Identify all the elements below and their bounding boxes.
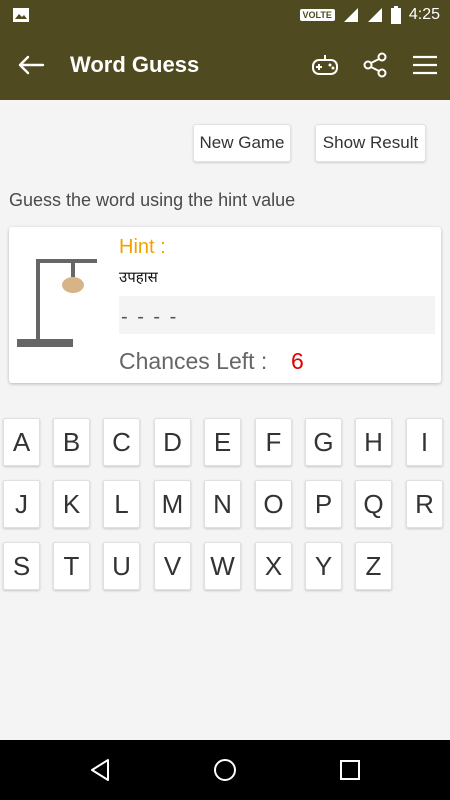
signal-icon xyxy=(343,8,358,22)
key-o[interactable]: O xyxy=(255,480,292,528)
key-w[interactable]: W xyxy=(204,542,241,590)
status-time: 4:25 xyxy=(408,6,440,23)
nav-back-button[interactable] xyxy=(85,755,115,785)
game-button[interactable] xyxy=(310,50,340,80)
key-x[interactable]: X xyxy=(255,542,292,590)
instruction-text: Guess the word using the hint value xyxy=(9,190,296,210)
key-z[interactable]: Z xyxy=(355,542,392,590)
key-g[interactable]: G xyxy=(305,418,342,466)
key-k[interactable]: K xyxy=(53,480,90,528)
key-c[interactable]: C xyxy=(103,418,140,466)
gamepad-icon xyxy=(312,55,338,75)
key-s[interactable]: S xyxy=(3,542,40,590)
image-icon xyxy=(13,8,29,22)
key-j[interactable]: J xyxy=(3,480,40,528)
key-e[interactable]: E xyxy=(204,418,241,466)
show-result-button[interactable]: Show Result xyxy=(315,124,426,162)
share-icon xyxy=(363,52,387,78)
key-f[interactable]: F xyxy=(255,418,292,466)
app-bar: Word Guess xyxy=(0,30,450,100)
share-button[interactable] xyxy=(360,50,390,80)
key-p[interactable]: P xyxy=(305,480,342,528)
gallows-icon xyxy=(17,259,97,347)
key-v[interactable]: V xyxy=(154,542,191,590)
key-t[interactable]: T xyxy=(53,542,90,590)
key-l[interactable]: L xyxy=(103,480,140,528)
volte-badge: VOLTE xyxy=(299,9,335,21)
key-h[interactable]: H xyxy=(355,418,392,466)
key-q[interactable]: Q xyxy=(355,480,392,528)
hint-label: Hint : xyxy=(119,236,166,258)
key-n[interactable]: N xyxy=(204,480,241,528)
status-bar: VOLTE 4:25 xyxy=(0,0,450,30)
hint-card: Hint : उपहास - - - - Chances Left : 6 xyxy=(9,227,441,383)
key-a[interactable]: A xyxy=(3,418,40,466)
square-recents-icon xyxy=(340,760,360,780)
key-y[interactable]: Y xyxy=(305,542,342,590)
key-u[interactable]: U xyxy=(103,542,140,590)
chances-label: Chances Left : xyxy=(119,348,268,374)
menu-icon xyxy=(413,55,437,75)
key-i[interactable]: I xyxy=(406,418,443,466)
app-title: Word Guess xyxy=(70,52,200,77)
back-button[interactable] xyxy=(14,49,48,81)
key-m[interactable]: M xyxy=(154,480,191,528)
key-d[interactable]: D xyxy=(154,418,191,466)
battery-icon xyxy=(390,6,401,24)
nav-recents-button[interactable] xyxy=(335,755,365,785)
menu-button[interactable] xyxy=(410,50,440,80)
new-game-button[interactable]: New Game xyxy=(193,124,291,162)
chances-value: 6 xyxy=(291,348,304,374)
circle-home-icon xyxy=(214,759,236,781)
navigation-bar xyxy=(0,740,450,800)
hint-value: उपहास xyxy=(119,268,158,286)
nav-home-button[interactable] xyxy=(210,755,240,785)
arrow-left-icon xyxy=(18,55,45,75)
key-r[interactable]: R xyxy=(406,480,443,528)
word-display: - - - - xyxy=(119,296,435,334)
key-b[interactable]: B xyxy=(53,418,90,466)
signal-icon xyxy=(367,8,382,22)
triangle-back-icon xyxy=(91,759,109,781)
